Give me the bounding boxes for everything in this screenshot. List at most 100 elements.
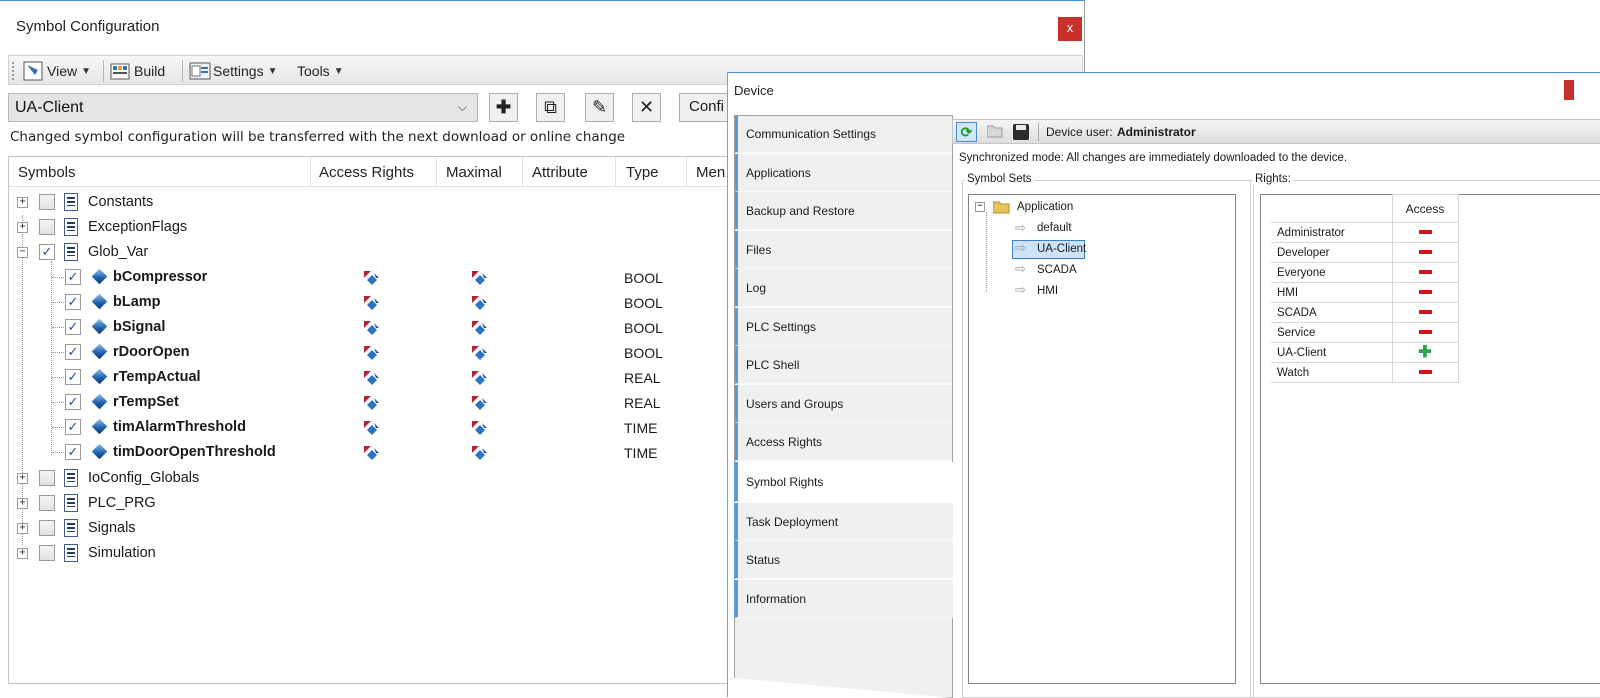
- expand-icon[interactable]: +: [17, 222, 28, 233]
- checkbox[interactable]: [39, 495, 55, 511]
- arrow-right-icon: ⇨: [1015, 261, 1026, 276]
- build-button[interactable]: Build: [110, 60, 165, 82]
- copy-button[interactable]: ⧉: [536, 93, 565, 122]
- tools-label: Tools: [297, 63, 330, 79]
- column-divider[interactable]: [522, 157, 523, 187]
- rights-row[interactable]: Developer: [1271, 242, 1459, 263]
- tab-backup-and-restore[interactable]: Backup and Restore: [734, 192, 953, 230]
- expand-icon[interactable]: +: [17, 523, 28, 534]
- settings-menu[interactable]: Settings ▼: [189, 60, 278, 82]
- read-write-icon[interactable]: [363, 420, 381, 436]
- edit-button[interactable]: ✎: [585, 93, 614, 122]
- tab-files[interactable]: Files: [734, 231, 953, 269]
- read-write-icon: [471, 445, 489, 461]
- rights-row[interactable]: SCADA: [1271, 302, 1459, 323]
- tree-node-symbol-set[interactable]: HMI: [1037, 285, 1058, 297]
- expand-icon[interactable]: +: [17, 498, 28, 509]
- access-cell[interactable]: [1391, 222, 1459, 243]
- tab-log[interactable]: Log: [734, 269, 953, 307]
- tree-node-application[interactable]: Application: [1017, 201, 1073, 213]
- column-divider[interactable]: [686, 157, 687, 187]
- read-write-icon[interactable]: [363, 345, 381, 361]
- read-write-icon[interactable]: [363, 295, 381, 311]
- expand-icon[interactable]: +: [17, 473, 28, 484]
- expand-icon[interactable]: +: [17, 197, 28, 208]
- checkbox[interactable]: ✓: [65, 269, 81, 285]
- checkbox[interactable]: ✓: [65, 344, 81, 360]
- deny-icon: [1418, 230, 1432, 235]
- rights-row[interactable]: Service: [1271, 322, 1459, 343]
- checkbox[interactable]: [39, 219, 55, 235]
- tab-access-rights[interactable]: Access Rights: [734, 423, 953, 461]
- view-menu[interactable]: View ▼: [23, 60, 91, 82]
- access-cell[interactable]: [1391, 362, 1459, 383]
- checkbox[interactable]: [39, 520, 55, 536]
- read-write-icon[interactable]: [363, 395, 381, 411]
- refresh-button[interactable]: ⟳: [956, 122, 977, 142]
- column-header-maximal[interactable]: Maximal: [446, 164, 502, 181]
- read-write-icon[interactable]: [363, 370, 381, 386]
- checkbox[interactable]: [39, 470, 55, 486]
- tools-menu[interactable]: Tools ▼: [297, 60, 344, 82]
- column-divider[interactable]: [615, 157, 616, 187]
- read-write-icon: [471, 270, 489, 286]
- access-cell[interactable]: ✚: [1391, 342, 1459, 363]
- access-column-header: Access: [1391, 194, 1459, 223]
- toolbar-grip[interactable]: [12, 62, 15, 80]
- tab-information[interactable]: Information: [734, 580, 953, 618]
- column-header-symbols[interactable]: Symbols: [18, 164, 76, 181]
- tab-symbol-rights[interactable]: Symbol Rights: [734, 462, 953, 502]
- tree-node-symbol-set[interactable]: SCADA: [1037, 264, 1077, 276]
- tab-users-and-groups[interactable]: Users and Groups: [734, 385, 953, 423]
- access-cell[interactable]: [1391, 302, 1459, 323]
- rights-row[interactable]: UA-Client ✚: [1271, 342, 1459, 363]
- add-button[interactable]: ✚: [489, 93, 518, 122]
- checkbox[interactable]: ✓: [65, 419, 81, 435]
- tree-node-symbol-set-selected[interactable]: UA-Client: [1037, 243, 1086, 255]
- tab-communication-settings[interactable]: Communication Settings: [734, 115, 953, 153]
- checkbox[interactable]: ✓: [65, 444, 81, 460]
- checkbox[interactable]: [39, 545, 55, 561]
- checkbox[interactable]: ✓: [39, 244, 55, 260]
- rights-row[interactable]: Watch: [1271, 362, 1459, 383]
- rights-row[interactable]: Everyone: [1271, 262, 1459, 283]
- access-cell[interactable]: [1391, 262, 1459, 283]
- tab-plc-settings[interactable]: PLC Settings: [734, 308, 953, 346]
- rights-row[interactable]: HMI: [1271, 282, 1459, 303]
- checkbox[interactable]: ✓: [65, 319, 81, 335]
- column-header-type[interactable]: Type: [626, 164, 659, 181]
- column-header-members[interactable]: Men: [696, 164, 725, 181]
- column-divider[interactable]: [436, 157, 437, 187]
- tab-applications[interactable]: Applications: [734, 154, 953, 192]
- close-button[interactable]: [1564, 80, 1574, 100]
- collapse-icon[interactable]: −: [17, 247, 28, 258]
- collapse-icon[interactable]: −: [975, 202, 985, 212]
- tab-task-deployment[interactable]: Task Deployment: [734, 503, 953, 541]
- open-folder-icon[interactable]: [986, 124, 1004, 138]
- type-cell: BOOL: [624, 345, 663, 361]
- close-button[interactable]: x: [1058, 17, 1082, 41]
- save-icon[interactable]: [1013, 124, 1029, 140]
- access-cell[interactable]: [1391, 242, 1459, 263]
- read-write-icon[interactable]: [363, 270, 381, 286]
- read-write-icon[interactable]: [363, 320, 381, 336]
- tree-node-symbol-set[interactable]: default: [1037, 222, 1072, 234]
- column-header-access-rights[interactable]: Access Rights: [319, 164, 414, 181]
- delete-button[interactable]: ✕: [632, 93, 661, 122]
- tab-status[interactable]: Status: [734, 541, 953, 579]
- checkbox[interactable]: ✓: [65, 294, 81, 310]
- deny-icon: [1418, 370, 1432, 375]
- expand-icon[interactable]: +: [17, 548, 28, 559]
- read-write-icon[interactable]: [363, 445, 381, 461]
- checkbox[interactable]: [39, 194, 55, 210]
- symbol-set-dropdown[interactable]: UA-Client ⌵: [8, 93, 478, 122]
- column-header-attribute[interactable]: Attribute: [532, 164, 588, 181]
- access-cell[interactable]: [1391, 282, 1459, 303]
- checkbox[interactable]: ✓: [65, 369, 81, 385]
- access-cell[interactable]: [1391, 322, 1459, 343]
- plus-icon: ✚: [495, 97, 512, 117]
- rights-row[interactable]: Administrator: [1271, 222, 1459, 243]
- column-divider[interactable]: [310, 157, 311, 187]
- checkbox[interactable]: ✓: [65, 394, 81, 410]
- tab-plc-shell[interactable]: PLC Shell: [734, 346, 953, 384]
